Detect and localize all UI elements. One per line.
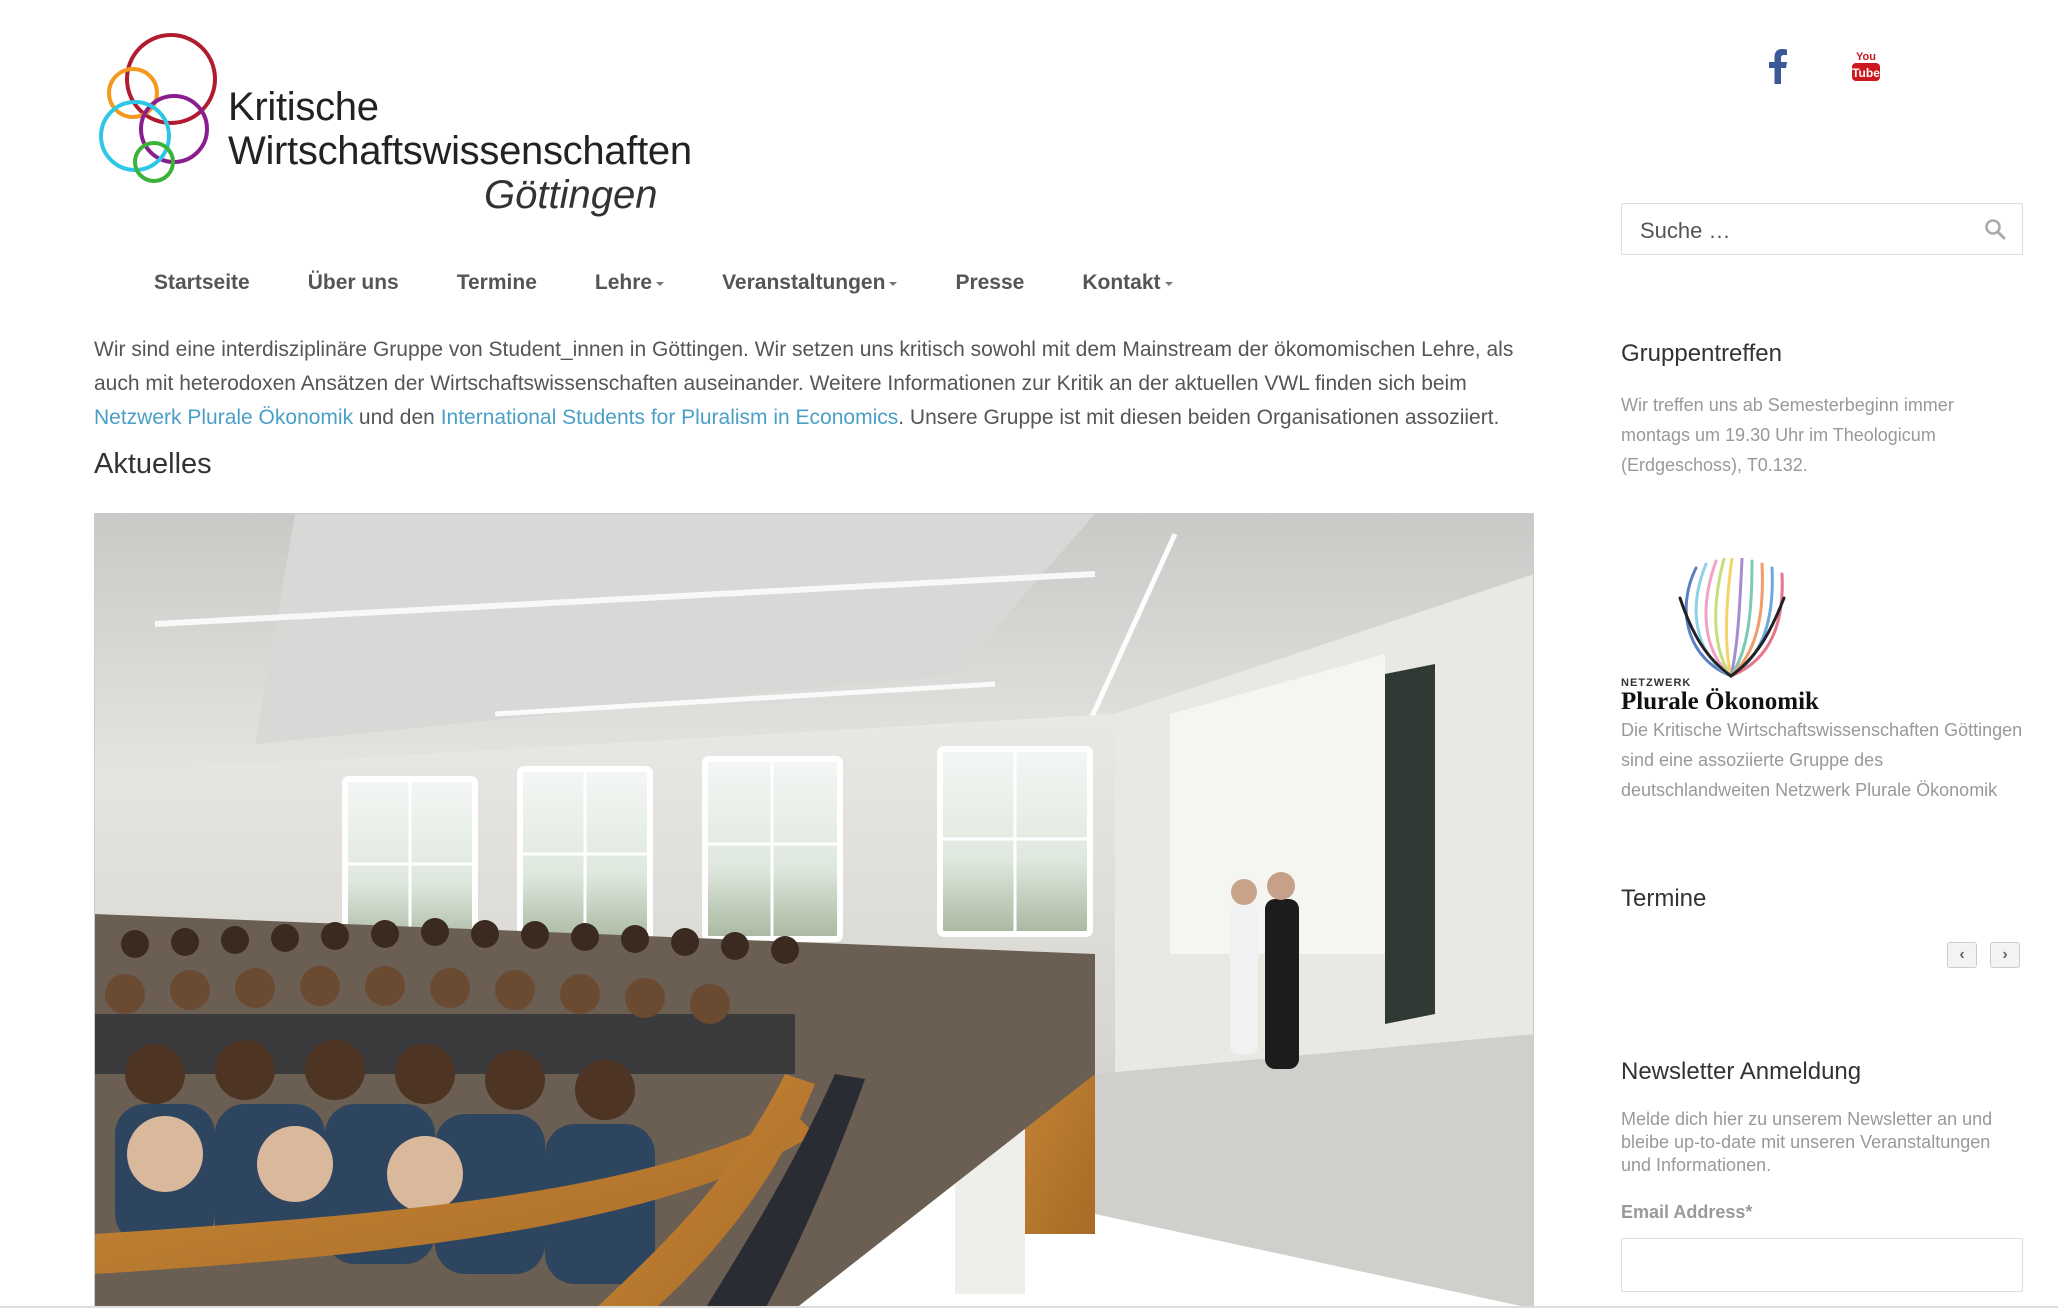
- chevron-left-icon: ‹: [1959, 946, 1965, 963]
- nav-item-kontakt[interactable]: Kontakt: [1058, 267, 1196, 301]
- termine-next-button[interactable]: ›: [1990, 942, 2020, 968]
- search-icon[interactable]: [1984, 218, 2006, 240]
- logo-circles: [99, 33, 217, 183]
- intro-text-1: Wir sind eine interdisziplinäre Gruppe v…: [94, 338, 1514, 395]
- nav-item-veranstaltungen[interactable]: Veranstaltungen: [698, 267, 921, 301]
- site-title-line2: Wirtschaftswissenschaften: [228, 129, 692, 173]
- featured-image[interactable]: [94, 513, 1534, 1308]
- site-title-line1: Kritische: [228, 85, 379, 129]
- main-nav: Startseite Über uns Termine Lehre Verans…: [130, 267, 1207, 301]
- chevron-down-icon: [656, 282, 665, 286]
- facebook-icon: [1769, 49, 1787, 84]
- youtube-text-bottom: Tube: [1852, 66, 1880, 80]
- intro-text-2: und den: [353, 406, 441, 429]
- newsletter-text: Melde dich hier zu unserem Newsletter an…: [1621, 1109, 1993, 1175]
- link-isipe[interactable]: International Students for Pluralism in …: [441, 406, 899, 429]
- netzwerk-logo-large: Plurale Ökonomik: [1621, 688, 1819, 715]
- termine-prev-button[interactable]: ‹: [1947, 942, 1977, 968]
- youtube-icon: You Tube: [1852, 51, 1880, 81]
- chevron-down-icon: [889, 282, 898, 286]
- email-field[interactable]: [1621, 1238, 2023, 1292]
- nav-label: Termine: [456, 271, 537, 294]
- nav-item-lehre[interactable]: Lehre: [571, 267, 688, 301]
- nav-item-termine[interactable]: Termine: [433, 267, 561, 301]
- nav-label: Presse: [955, 271, 1025, 294]
- nav-label: Veranstaltungen: [722, 271, 886, 294]
- intro-text-3: . Unsere Gruppe ist mit diesen beiden Or…: [898, 406, 1500, 429]
- nav-item-presse[interactable]: Presse: [931, 267, 1048, 301]
- gruppentreffen-text: Wir treffen uns ab Semesterbeginn immer …: [1621, 395, 1954, 475]
- nav-label: Startseite: [154, 271, 250, 294]
- lecture-hall-photo: [95, 514, 1533, 1307]
- site-title[interactable]: Kritische Wirtschaftswissenschaften Gött…: [228, 85, 692, 217]
- chevron-down-icon: [1164, 282, 1173, 286]
- section-heading-aktuelles: Aktuelles: [94, 448, 212, 480]
- netzwerk-logo-fan: [1678, 558, 1786, 678]
- youtube-text-top: You: [1856, 51, 1876, 63]
- gruppentreffen-title: Gruppentreffen: [1621, 340, 1783, 367]
- search-box[interactable]: [1621, 203, 2023, 255]
- termine-title: Termine: [1621, 885, 1707, 912]
- site-title-line3: Göttingen: [484, 173, 658, 217]
- chevron-right-icon: ›: [2002, 946, 2008, 963]
- youtube-link[interactable]: You Tube: [1851, 48, 1881, 89]
- intro-paragraph: Wir sind eine interdisziplinäre Gruppe v…: [94, 333, 1544, 435]
- link-netzwerk-plurale-oekonomik[interactable]: Netzwerk Plurale Ökonomik: [94, 406, 353, 429]
- nav-label: Kontakt: [1082, 271, 1161, 294]
- search-input[interactable]: [1638, 216, 1962, 246]
- netzwerk-plurale-oekonomik-logo[interactable]: NETZWERK Plurale Ökonomik: [1621, 558, 1851, 718]
- nav-label: Lehre: [594, 271, 653, 294]
- email-address-label: Email Address*: [1621, 1202, 1753, 1222]
- netzwerk-text: Die Kritische Wirtschaftswissenschaften …: [1621, 720, 2023, 800]
- nav-item-ueber-uns[interactable]: Über uns: [284, 267, 423, 301]
- nav-item-startseite[interactable]: Startseite: [130, 267, 274, 301]
- newsletter-title: Newsletter Anmeldung: [1621, 1058, 1862, 1085]
- nav-label: Über uns: [307, 271, 399, 294]
- facebook-link[interactable]: [1768, 48, 1788, 89]
